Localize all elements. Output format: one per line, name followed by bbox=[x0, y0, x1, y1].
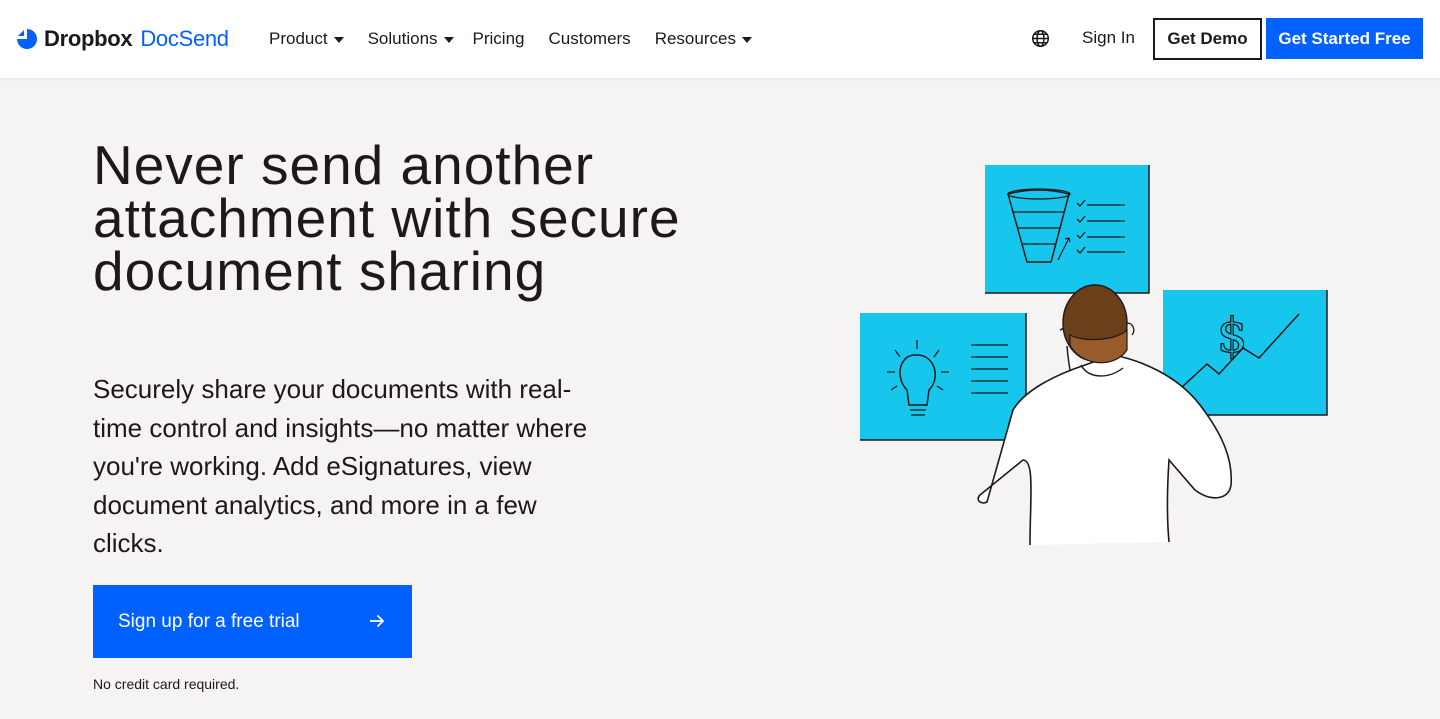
nav-item-resources[interactable]: Resources bbox=[655, 29, 752, 49]
free-trial-label: Sign up for a free trial bbox=[118, 610, 300, 632]
nav-item-product[interactable]: Product bbox=[269, 29, 344, 49]
nav-item-solutions[interactable]: Solutions bbox=[368, 29, 454, 49]
sign-in-link[interactable]: Sign In bbox=[1082, 28, 1135, 48]
nav-item-customers[interactable]: Customers bbox=[549, 29, 631, 49]
caret-down-icon bbox=[333, 37, 344, 43]
main-menu: Product Solutions Pricing Customers Reso… bbox=[269, 0, 776, 78]
globe-icon[interactable] bbox=[1031, 29, 1050, 48]
nav-item-label: Customers bbox=[548, 29, 631, 48]
nav-item-label: Pricing bbox=[472, 29, 525, 48]
dropbox-logo-icon bbox=[17, 29, 37, 49]
get-demo-button[interactable]: Get Demo bbox=[1153, 18, 1262, 60]
hero-illustration: $ bbox=[860, 165, 1328, 546]
nav-item-label: Solutions bbox=[367, 29, 438, 48]
logo-brand-text: Dropbox bbox=[44, 26, 133, 51]
arrow-right-icon bbox=[370, 614, 385, 628]
caret-down-icon bbox=[443, 37, 454, 43]
nav-item-label: Resources bbox=[654, 29, 736, 48]
top-nav: Dropbox DocSend Product Solutions Pricin… bbox=[0, 0, 1440, 78]
svg-text:$: $ bbox=[1217, 308, 1248, 364]
nav-item-pricing[interactable]: Pricing bbox=[473, 29, 525, 49]
lightbulb-panel bbox=[860, 313, 1027, 441]
free-trial-button[interactable]: Sign up for a free trial bbox=[93, 585, 412, 658]
caret-down-icon bbox=[741, 37, 752, 43]
logo-product-text: DocSend bbox=[140, 26, 229, 51]
docsend-logo[interactable]: Dropbox DocSend bbox=[16, 26, 229, 52]
hero-subtitle: Securely share your documents with real-… bbox=[93, 374, 588, 558]
get-started-free-button[interactable]: Get Started Free bbox=[1266, 18, 1423, 59]
funnel-panel bbox=[985, 165, 1150, 294]
nav-item-label: Product bbox=[269, 29, 328, 48]
no-credit-card-note: No credit card required. bbox=[93, 676, 240, 692]
hero-title: Never send another attachment with secur… bbox=[93, 134, 681, 302]
